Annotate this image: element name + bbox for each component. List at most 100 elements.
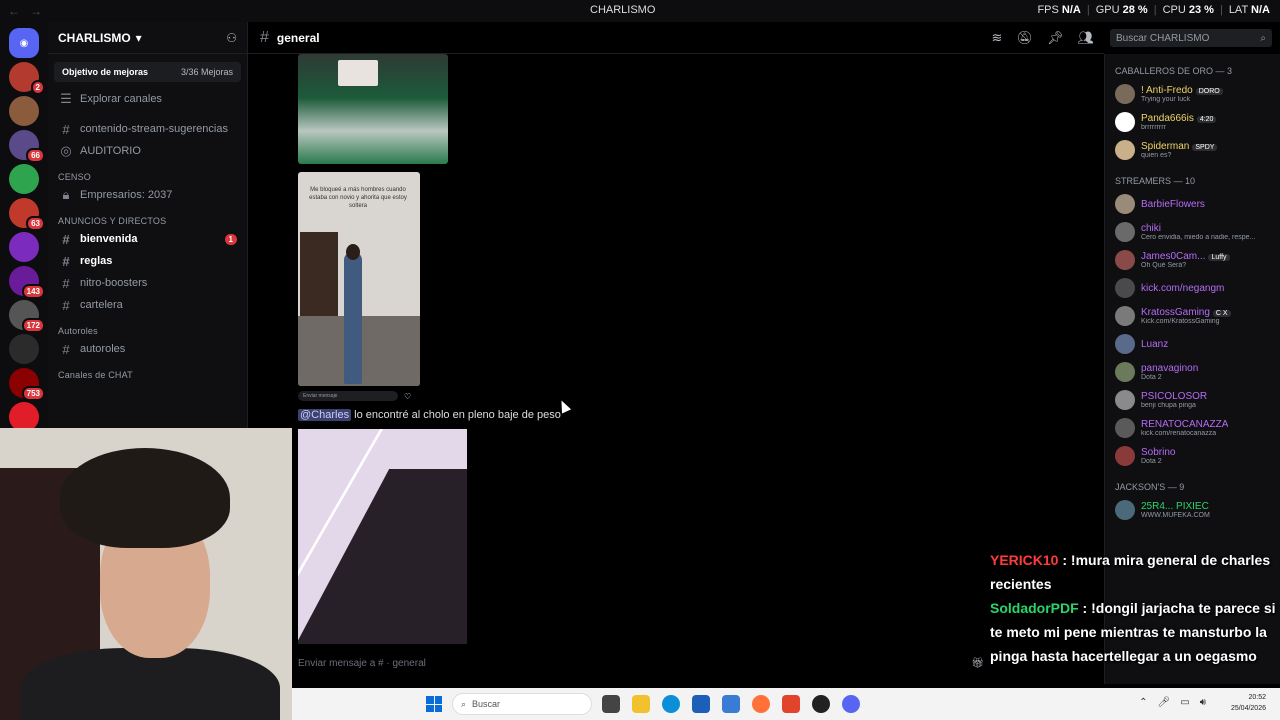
server-icon[interactable]: [9, 164, 39, 194]
obs-icon[interactable]: [812, 695, 830, 713]
overlay-user: YERICK10: [990, 552, 1059, 568]
outlook-icon[interactable]: [722, 695, 740, 713]
member-text: Sobrino Dota 2: [1141, 447, 1175, 465]
user-mention[interactable]: @Charles: [298, 409, 352, 421]
category-censo[interactable]: CENSO: [48, 162, 247, 184]
member-text: Luanz: [1141, 339, 1168, 350]
server-icon[interactable]: [9, 232, 39, 262]
channel-label: contenido-stream-sugerencias: [80, 123, 228, 135]
member-item[interactable]: panavaginon Dota 2: [1105, 358, 1280, 386]
back-arrow-icon[interactable]: ←: [8, 4, 20, 18]
boost-label: Objetivo de mejoras: [62, 67, 149, 77]
clock[interactable]: 20:52 25/04/2026: [1231, 692, 1266, 714]
webcam-hair: [60, 448, 230, 548]
edge-icon[interactable]: [662, 695, 680, 713]
server-icon[interactable]: 172: [9, 300, 45, 333]
image-attachment[interactable]: [298, 54, 448, 164]
message-list[interactable]: Me bloqueé a más hombres cuando estaba c…: [248, 54, 1104, 644]
member-item[interactable]: Sobrino Dota 2: [1105, 442, 1280, 470]
image-attachment[interactable]: Me bloqueé a más hombres cuando estaba c…: [298, 172, 420, 386]
search-icon: ⌕: [1260, 32, 1266, 44]
channel-cartelera[interactable]: # cartelera: [48, 294, 247, 316]
clock-date: 25/04/2026: [1230, 705, 1266, 712]
channel-contenido[interactable]: # contenido-stream-sugerencias: [48, 118, 247, 140]
member-status: Kick.com/KratossGaming: [1141, 318, 1220, 325]
discord-icon[interactable]: [842, 695, 860, 713]
gift-icon[interactable]: 🎁︎: [971, 658, 984, 669]
member-item[interactable]: Spiderman SPDY quien es?: [1105, 136, 1280, 164]
member-name-line: Luanz: [1141, 339, 1168, 350]
browse-channels[interactable]: ☰ Explorar canales: [48, 88, 247, 110]
channel-sidebar: CHARLISMO ▾ ⚇ Objetivo de mejoras 3/36 M…: [48, 22, 248, 428]
member-item[interactable]: PSICOLOSOR benji chupa pinga: [1105, 386, 1280, 414]
mention-badge: 753: [21, 386, 45, 401]
windows-start-icon[interactable]: [426, 696, 442, 712]
task-view-icon[interactable]: [602, 695, 620, 713]
image-person: [344, 252, 362, 384]
file-explorer-icon[interactable]: [632, 695, 650, 713]
member-item[interactable]: Panda666is 4:20 brrrrrrrrr: [1105, 108, 1280, 136]
threads-icon[interactable]: ≋: [992, 30, 1003, 46]
server-icon[interactable]: 66: [9, 130, 45, 163]
member-status: brrrrrrrrr: [1141, 124, 1166, 131]
network-icon[interactable]: ▭: [1180, 697, 1189, 708]
member-item[interactable]: kick.com/negangm: [1105, 274, 1280, 302]
member-item[interactable]: James0Cam... Luffy Oh Qué Será?: [1105, 246, 1280, 274]
member-item[interactable]: chiki Cero envidia, miedo a nadie, respe.…: [1105, 218, 1280, 246]
mute-bell-icon[interactable]: 🔕︎: [1016, 30, 1033, 46]
store-icon[interactable]: [692, 695, 710, 713]
lock-icon: 🔒︎: [62, 187, 70, 202]
hash-icon: #: [62, 275, 70, 291]
avatar: [1115, 334, 1135, 354]
add-member-icon[interactable]: ⚇: [226, 31, 237, 45]
server-icon[interactable]: 143: [9, 266, 45, 299]
microphone-icon[interactable]: 🎤︎: [1158, 697, 1171, 708]
discord-home-icon[interactable]: ◉: [9, 28, 39, 58]
server-icon[interactable]: 2: [9, 62, 45, 95]
pin-icon[interactable]: 📌︎: [1047, 30, 1064, 46]
members-icon[interactable]: 👥︎: [1077, 30, 1094, 46]
server-icon[interactable]: [9, 334, 39, 364]
stat-fps: FPS N/A: [1037, 4, 1080, 16]
channel-label: autoroles: [80, 343, 126, 355]
avatar: [1115, 278, 1135, 298]
taskbar-search[interactable]: ⌕ Buscar: [452, 693, 592, 715]
image-attachment[interactable]: [298, 429, 467, 644]
volume-icon[interactable]: 🔊︎: [1200, 697, 1206, 708]
member-item[interactable]: KratossGaming C X Kick.com/KratossGaming: [1105, 302, 1280, 330]
server-icon[interactable]: 753: [9, 368, 45, 401]
member-item[interactable]: 25R4... PIXIEC WWW.MUFEKA.COM: [1105, 496, 1280, 524]
channel-nitro-boosters[interactable]: # nitro-boosters: [48, 272, 247, 294]
channel-auditorio[interactable]: ◎ AUDITORIO: [48, 140, 247, 162]
taskbar-search-label: Buscar: [472, 699, 501, 709]
member-item[interactable]: BarbieFlowers: [1105, 190, 1280, 218]
category-anuncios[interactable]: ANUNCIOS Y DIRECTOS: [48, 206, 247, 228]
channel-empresarios[interactable]: 🔒︎ Empresarios: 2037: [48, 184, 247, 206]
member-item[interactable]: ! Anti-Fredo DORO Trying your luck: [1105, 80, 1280, 108]
member-status: Oh Qué Será?: [1141, 262, 1187, 269]
message-composer[interactable]: Enviar mensaje a # · general 🎁︎: [292, 652, 984, 674]
boost-goal[interactable]: Objetivo de mejoras 3/36 Mejoras: [54, 62, 241, 82]
category-autoroles[interactable]: Autoroles: [48, 316, 247, 338]
channel-reglas[interactable]: # reglas: [48, 250, 247, 272]
member-text: James0Cam... Luffy Oh Qué Será?: [1141, 251, 1230, 269]
chevron-up-icon[interactable]: ⌃: [1139, 697, 1147, 708]
member-item[interactable]: RENATOCANAZZA kick.com/renatocanazza: [1105, 414, 1280, 442]
chevron-down-icon[interactable]: ▾: [136, 31, 142, 45]
firefox-icon[interactable]: [752, 695, 770, 713]
server-icon[interactable]: 63: [9, 198, 45, 231]
channel-autoroles[interactable]: # autoroles: [48, 338, 247, 360]
forward-arrow-icon[interactable]: →: [30, 4, 42, 18]
server-icon[interactable]: [9, 96, 39, 126]
separator: |: [1086, 4, 1090, 16]
channel-bienvenida[interactable]: # bienvenida 1: [48, 228, 247, 250]
server-header[interactable]: CHARLISMO ▾ ⚇: [48, 22, 247, 54]
story-reply-bar: Enviar mensaje ♡: [298, 389, 420, 403]
brave-icon[interactable]: [782, 695, 800, 713]
member-text: Panda666is 4:20 brrrrrrrrr: [1141, 113, 1217, 131]
member-item[interactable]: Luanz: [1105, 330, 1280, 358]
search-input[interactable]: Buscar CHARLISMO ⌕: [1110, 29, 1272, 47]
category-chat[interactable]: Canales de CHAT: [48, 360, 247, 382]
stat-value: 23 %: [1188, 4, 1214, 16]
taskbar-apps: [602, 695, 860, 713]
